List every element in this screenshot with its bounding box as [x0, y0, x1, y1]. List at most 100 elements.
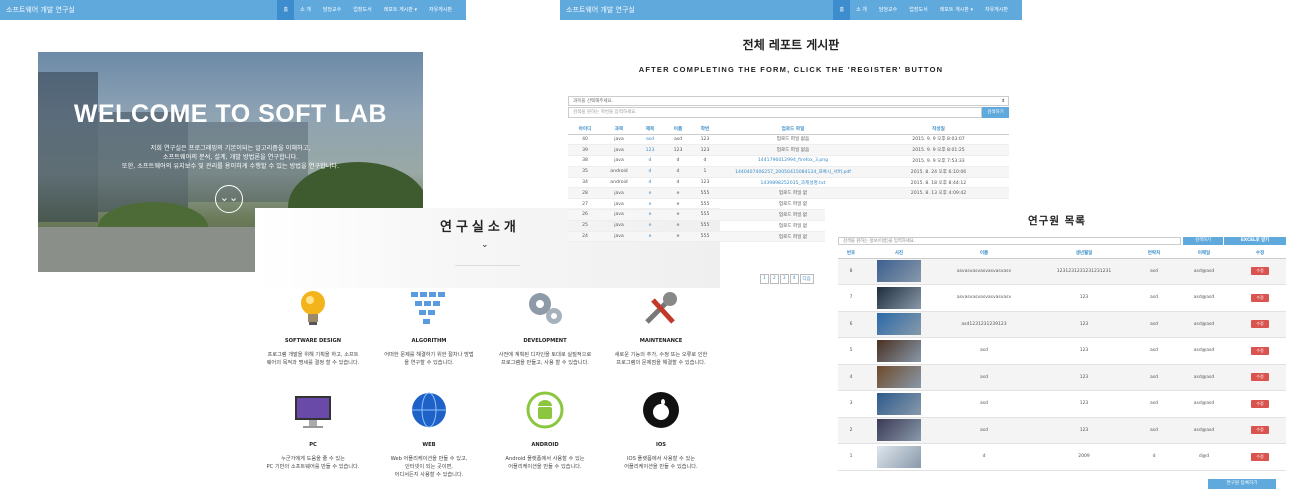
table-row[interactable]: 4 asd 123 asd asd@asd 수정 [838, 364, 1286, 391]
table-row[interactable]: 6 asd1231231239123 123 asd asd@asd 수정 [838, 311, 1286, 338]
table-row[interactable]: 7 asvasvasvasvasvasvasv 123 asd asd@asd 수정 [838, 284, 1286, 312]
col-date[interactable]: 작성일 [868, 124, 1009, 135]
cell-student-id: 555 [692, 198, 718, 211]
cell-title[interactable]: e [636, 231, 664, 243]
col-upload-file[interactable]: 업로드 파일 [718, 124, 868, 135]
nav-item-about[interactable]: 소 개 [850, 0, 873, 20]
table-row[interactable]: 28 java e e 555 업로드 파일 없 2015. 8. 13 오후 4:09:4… [568, 187, 1009, 200]
add-member-button[interactable]: 연구원 등록하기 [1208, 479, 1276, 489]
col-title[interactable]: 제목 [636, 124, 664, 135]
cell-photo [864, 337, 934, 365]
nav-item-report-board[interactable]: 레포트 게시판 ▾ [378, 0, 423, 20]
col-contact[interactable]: 연락처 [1134, 248, 1174, 259]
cell-title[interactable]: e [636, 209, 664, 221]
cell-contact: asd [1134, 258, 1174, 285]
cell-number: 4 [838, 364, 864, 391]
subject-select-value: 과목을 선택해주세요. [573, 99, 614, 104]
col-birthdate[interactable]: 생년월일 [1034, 248, 1134, 259]
feature-title: IOS [655, 442, 667, 448]
cell-birthdate: 2009 [1034, 443, 1134, 471]
nav-item-free-board[interactable]: 자유게시판 [423, 0, 458, 20]
col-email[interactable]: 이메일 [1174, 248, 1234, 259]
cell-title[interactable]: e [636, 198, 664, 211]
divider [455, 265, 520, 266]
nav-brand[interactable]: 소프트웨어 개발 연구실 [560, 5, 635, 15]
cell-title[interactable]: 123 [636, 144, 664, 157]
cell-title[interactable]: d [636, 155, 664, 167]
hero-desc-line: 소프트웨어의 분석, 설계, 개발 방법론을 연구합니다. [162, 154, 299, 161]
table-row[interactable]: 2 asd 123 asd asd@asd 수정 [838, 417, 1286, 444]
nav-item-free-board[interactable]: 자유게시판 [979, 0, 1014, 20]
cell-photo [864, 390, 934, 418]
globe-icon [412, 392, 446, 428]
cell-title[interactable]: e [636, 220, 664, 232]
nav-item-professor[interactable]: 담당교수 [873, 0, 903, 20]
table-row[interactable]: 34 android d d 123 1439898252035_과제설명.txt 2015… [568, 177, 1009, 189]
nav-item-home[interactable]: 홈 [833, 0, 851, 20]
cell-title[interactable]: d [636, 177, 664, 189]
table-row[interactable]: 8 asvasvasvasvasvasvasv 123123123123123123… [838, 258, 1286, 285]
cell-date: 2015. 9. 9 오후 8:01:25 [868, 144, 1009, 157]
nav-item-report-board[interactable]: 레포트 게시판 ▾ [934, 0, 979, 20]
cell-name: e [664, 187, 692, 200]
table-row[interactable]: 39 java 123 123 123 업로드 파일 없음 2015. 9. 9 오후 8:… [568, 144, 1009, 157]
edit-button[interactable]: 수정 [1251, 267, 1269, 276]
feature-ios: IOS IOS 플랫폼에서 사용할 수 있는 어플리케이션을 만들 수 있습니다. [603, 390, 719, 471]
col-name[interactable]: 이름 [664, 124, 692, 135]
edit-button[interactable]: 수정 [1251, 320, 1269, 329]
edit-button[interactable]: 수정 [1251, 426, 1269, 435]
edit-button[interactable]: 수정 [1251, 399, 1269, 408]
edit-button[interactable]: 수정 [1251, 293, 1269, 302]
table-row[interactable]: 40 java asd asd 123 업로드 파일 없음 2015. 9. 9 오후 8:… [568, 134, 1009, 146]
cell-edit: 수정 [1234, 258, 1286, 285]
col-id[interactable]: 아이디 [568, 124, 602, 135]
nav-menu: 홈 소 개 담당교수 업장도서 레포트 게시판 ▾ 자유게시판 [277, 0, 458, 20]
page-link[interactable]: 1 [760, 274, 769, 284]
subject-select[interactable]: 과목을 선택해주세요. ⬍ [568, 96, 1009, 106]
cell-student-id: d [692, 155, 718, 167]
student-id-search-input[interactable]: 검색을 원하는 학번을 입력하세요. [568, 107, 982, 118]
cell-date: 2015. 9. 9 오후 8:03:07 [868, 134, 1009, 146]
nav-brand[interactable]: 소프트웨어 개발 연구실 [0, 5, 75, 15]
cell-edit: 수정 [1234, 284, 1286, 312]
cell-name: asd [934, 364, 1034, 391]
edit-button[interactable]: 수정 [1251, 373, 1269, 382]
cell-upload-file[interactable]: 1439898252035_과제설명.txt [718, 177, 868, 189]
nav-item-professor[interactable]: 담당교수 [317, 0, 347, 20]
edit-button[interactable]: 수정 [1251, 346, 1269, 355]
col-subject[interactable]: 과목 [602, 124, 636, 135]
col-number[interactable]: 번호 [838, 248, 864, 259]
cell-title[interactable]: d [636, 166, 664, 178]
nav-item-home[interactable]: 홈 [277, 0, 295, 20]
cell-birthdate: 123 [1034, 311, 1134, 338]
cell-id: 26 [568, 209, 602, 221]
scroll-down-icon[interactable]: ⌄⌄ [215, 185, 243, 213]
cell-title[interactable]: asd [636, 134, 664, 146]
nav-item-books[interactable]: 업장도서 [347, 0, 377, 20]
feature-title: SOFTWARE DESIGN [284, 338, 342, 344]
search-button[interactable]: 검색하기 [1183, 237, 1223, 245]
name-search-input[interactable]: 검색을 원하는 정보(이름)을 입력하세요. [838, 237, 1181, 245]
cell-title[interactable]: e [636, 187, 664, 200]
nav-item-about[interactable]: 소 개 [294, 0, 317, 20]
table-row[interactable]: 35 android d d 1 1440407406257_20050415084134… [568, 166, 1009, 178]
edit-button[interactable]: 수정 [1251, 452, 1269, 461]
page-link[interactable]: 2 [769, 274, 779, 284]
cell-email: asd@asd [1174, 337, 1234, 365]
nav-item-books[interactable]: 업장도서 [903, 0, 933, 20]
table-row[interactable]: 38 java d d d 1441796012994_firefox_3.png 2015… [568, 155, 1009, 167]
page-link[interactable]: 4 [789, 274, 799, 284]
col-name[interactable]: 이름 [934, 248, 1034, 259]
navbar-right: 소프트웨어 개발 연구실 홈 소 개 담당교수 업장도서 레포트 게시판 ▾ 자… [560, 0, 1022, 20]
search-button[interactable]: 검색하기 [982, 107, 1009, 118]
table-row[interactable]: 3 asd 123 asd asd@asd 수정 [838, 390, 1286, 418]
cell-upload-file[interactable]: 1440407406257_20050415084134_프록시_서버.pdf [718, 166, 868, 178]
col-student-id[interactable]: 학번 [692, 124, 718, 135]
table-row[interactable]: 5 asd 123 asd asd@asd 수정 [838, 337, 1286, 365]
cell-email: asd@asd [1174, 284, 1234, 312]
cell-upload-file[interactable]: 1441796012994_firefox_3.png [718, 155, 868, 167]
excel-download-button[interactable]: EXCEL로 받기 [1224, 237, 1286, 245]
table-row[interactable]: 1 d 2009 d d@d 수정 [838, 443, 1286, 471]
page-link[interactable]: 3 [779, 274, 789, 284]
next-page-link[interactable]: 다음 [799, 274, 814, 284]
